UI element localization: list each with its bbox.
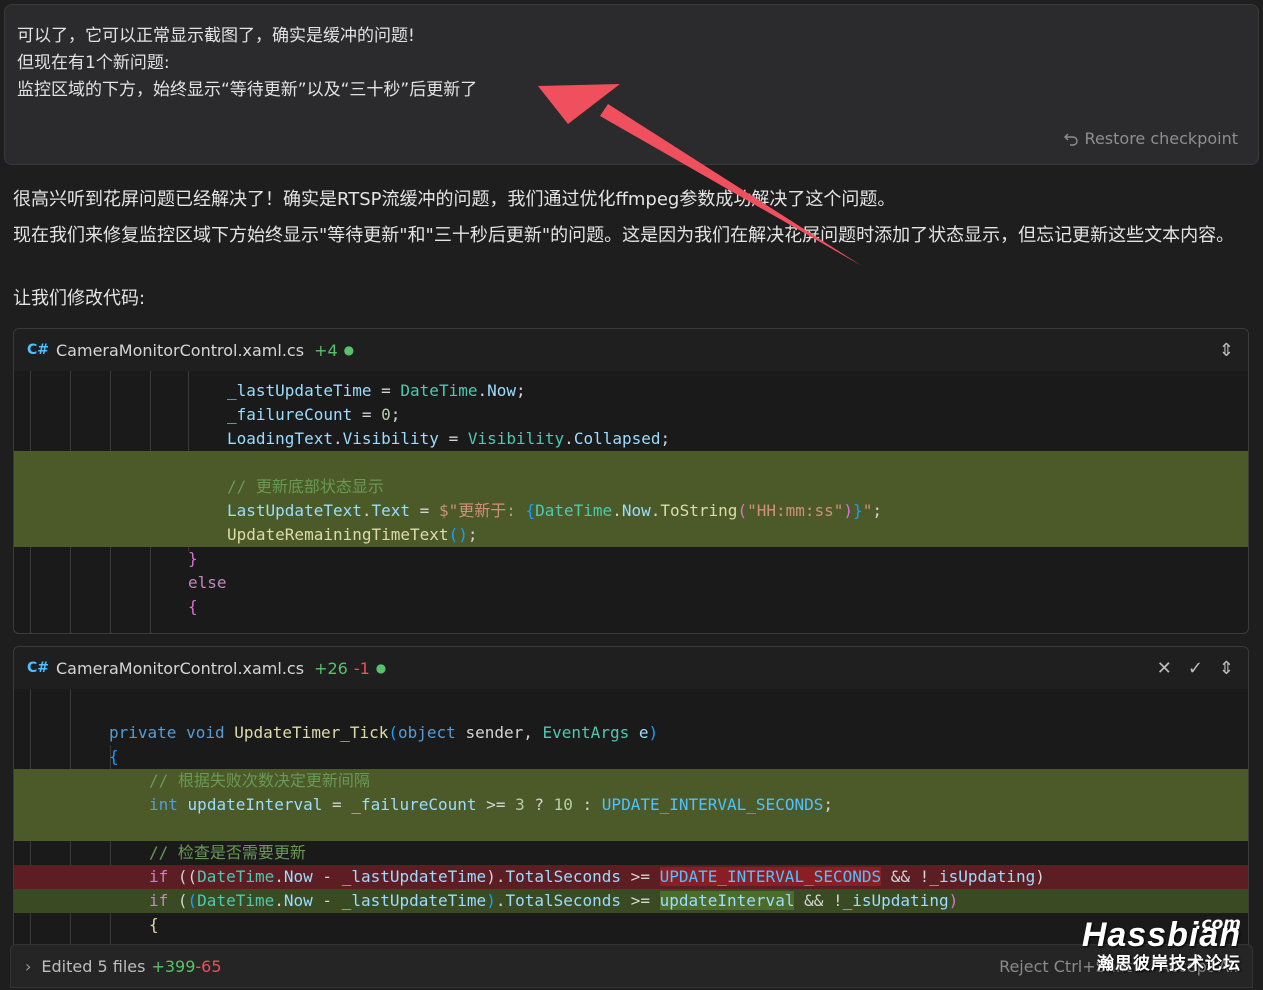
added-code-line: LastUpdateText.Text = $"更新于: {DateTime.N…: [14, 499, 1248, 523]
code-block-filename: CameraMonitorControl.xaml.cs: [56, 658, 305, 678]
added-code-line: int updateInterval = _failureCount >= 3 …: [14, 793, 1248, 817]
added-code-line: // 更新底部状态显示: [14, 475, 1248, 499]
user-message: 可以了，它可以正常显示截图了，确实是缓冲的问题! 但现在有1个新问题: 监控区域…: [4, 4, 1259, 165]
edited-files-label: Edited 5 files: [41, 956, 146, 976]
code-line: // 检查是否需要更新: [149, 843, 306, 862]
code-line: private void UpdateTimer_Tick(object sen…: [109, 723, 659, 742]
lines-removed-count: -1: [353, 658, 370, 678]
expand-collapse-icon[interactable]: ⇕: [1219, 340, 1234, 361]
reject-change-icon[interactable]: ✕: [1157, 658, 1172, 679]
restore-checkpoint-button[interactable]: Restore checkpoint: [1063, 129, 1238, 148]
footer-added-count: +399: [151, 956, 196, 976]
modified-dot-icon: ●: [375, 661, 387, 675]
user-message-line-1: 可以了，它可以正常显示截图了，确实是缓冲的问题!: [17, 26, 415, 46]
expand-collapse-icon[interactable]: ⇕: [1219, 658, 1234, 679]
added-code-line: [14, 817, 1248, 841]
undo-icon: [1063, 133, 1078, 146]
code-block-2: C# CameraMonitorControl.xaml.cs +26 -1 ●…: [13, 646, 1249, 956]
code-block-header[interactable]: C# CameraMonitorControl.xaml.cs +26 -1 ●…: [14, 647, 1248, 689]
removed-code-line: if ((DateTime.Now - _lastUpdateTime).Tot…: [14, 865, 1248, 889]
user-message-line-3: 监控区域的下方，始终显示“等待更新”以及“三十秒”后更新了: [17, 80, 478, 100]
modified-dot-icon: ●: [343, 343, 355, 357]
code-line: _failureCount = 0;: [227, 405, 401, 424]
code-block-header[interactable]: C# CameraMonitorControl.xaml.cs +4 ● ⇕: [14, 329, 1248, 371]
assistant-paragraph-3: 让我们修改代码:: [13, 288, 146, 309]
accept-all-button[interactable]: Accept All: [1159, 957, 1238, 976]
added-code-line: // 根据失败次数决定更新间隔: [14, 769, 1248, 793]
code-area: _lastUpdateTime = DateTime.Now; _failure…: [14, 371, 1248, 633]
reject-all-button[interactable]: Reject Ctrl+Shift: [999, 957, 1132, 976]
csharp-file-icon: C#: [27, 342, 50, 358]
edited-files-bar[interactable]: › Edited 5 files +399 -65 Reject Ctrl+Sh…: [10, 944, 1253, 988]
chevron-right-icon[interactable]: ›: [25, 957, 31, 976]
assistant-paragraph-1: 很高兴听到花屏问题已经解决了！确实是RTSP流缓冲的问题，我们通过优化ffmpe…: [13, 189, 896, 210]
assistant-paragraph-2: 现在我们来修复监控区域下方始终显示"等待更新"和"三十秒后更新"的问题。这是因为…: [13, 225, 1235, 246]
added-code-line: UpdateRemainingTimeText();: [14, 523, 1248, 547]
code-line: {: [109, 747, 119, 766]
footer-removed-count: -65: [195, 956, 222, 976]
code-line: {: [149, 915, 159, 934]
code-line: {: [188, 597, 198, 616]
lines-added-count: +26: [314, 658, 348, 678]
user-message-line-2: 但现在有1个新问题:: [17, 53, 170, 73]
code-line: else: [188, 573, 227, 592]
lines-added-count: +4: [314, 340, 338, 360]
code-line: _lastUpdateTime = DateTime.Now;: [227, 381, 526, 400]
restore-checkpoint-label: Restore checkpoint: [1084, 129, 1238, 148]
csharp-file-icon: C#: [27, 660, 50, 676]
code-area: private void UpdateTimer_Tick(object sen…: [14, 689, 1248, 955]
added-code-line: if ((DateTime.Now - _lastUpdateTime).Tot…: [14, 889, 1248, 913]
code-block-filename: CameraMonitorControl.xaml.cs: [56, 340, 305, 360]
code-line: }: [188, 549, 198, 568]
added-code-line: [14, 451, 1248, 475]
code-block-1: C# CameraMonitorControl.xaml.cs +4 ● ⇕ _…: [13, 328, 1249, 634]
accept-change-icon[interactable]: ✓: [1188, 658, 1203, 679]
code-line: LoadingText.Visibility = Visibility.Coll…: [227, 429, 671, 448]
